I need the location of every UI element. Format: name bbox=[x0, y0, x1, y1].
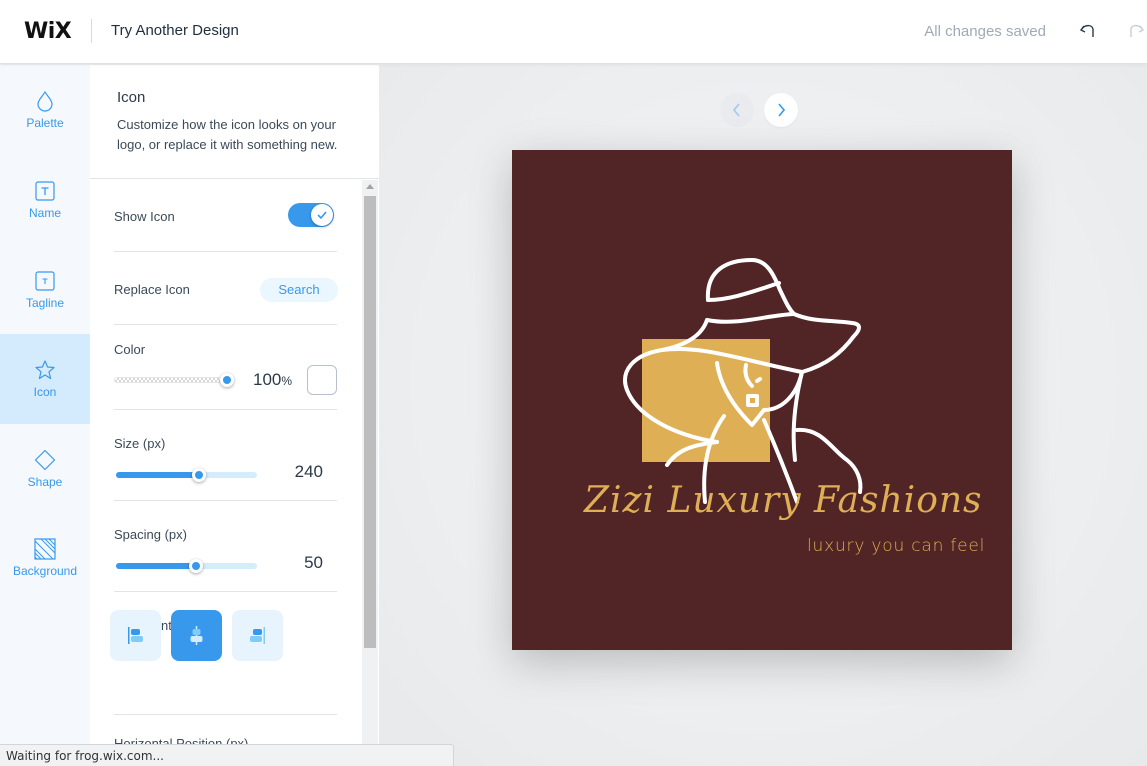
size-slider[interactable] bbox=[116, 472, 257, 478]
sidebar-item-label: Shape bbox=[27, 475, 63, 489]
logo-preview-stage: Zizi Luxury Fashions luxury you can feel bbox=[379, 65, 1147, 766]
chevron-right-icon bbox=[778, 103, 786, 117]
logo-brand-name: Zizi Luxury Fashions bbox=[584, 480, 983, 521]
icon-settings-panel: Icon Customize how the icon looks on you… bbox=[90, 65, 379, 766]
spacing-value[interactable]: 50 bbox=[304, 553, 323, 573]
small-text-box-icon bbox=[35, 271, 55, 291]
size-value[interactable]: 240 bbox=[295, 462, 323, 482]
browser-status-bar: Waiting for frog.wix.com... bbox=[0, 744, 454, 766]
panel-title: Icon bbox=[117, 89, 146, 106]
text-box-icon bbox=[35, 181, 55, 201]
panel-description: Customize how the icon looks on your log… bbox=[117, 117, 338, 152]
spacing-section: Spacing (px) 50 bbox=[114, 501, 337, 592]
undo-button[interactable] bbox=[1078, 20, 1100, 42]
logo-preview[interactable]: Zizi Luxury Fashions luxury you can feel bbox=[512, 150, 1012, 650]
size-section: Size (px) 240 bbox=[114, 410, 337, 501]
chevron-left-icon bbox=[733, 103, 740, 117]
sidebar-item-shape[interactable]: Shape bbox=[0, 424, 90, 514]
show-icon-label: Show Icon bbox=[114, 209, 175, 224]
header-divider bbox=[91, 19, 92, 43]
striped-square-icon bbox=[34, 538, 56, 560]
sidebar-item-palette[interactable]: Palette bbox=[0, 65, 90, 155]
align-right-button[interactable] bbox=[232, 610, 283, 661]
wix-logo[interactable]: WiX bbox=[24, 19, 72, 44]
panel-header: Icon Customize how the icon looks on you… bbox=[90, 65, 379, 179]
top-bar: WiX Try Another Design All changes saved bbox=[0, 0, 1147, 64]
align-left-icon bbox=[128, 627, 143, 644]
save-status: All changes saved bbox=[924, 23, 1046, 40]
scrollbar-thumb[interactable] bbox=[364, 196, 376, 648]
sidebar-item-label: Tagline bbox=[25, 296, 65, 310]
sidebar-item-label: Icon bbox=[33, 385, 57, 399]
woman-with-hat-icon bbox=[623, 258, 863, 504]
sidebar-item-name[interactable]: Name bbox=[0, 155, 90, 245]
size-slider-fill bbox=[116, 472, 200, 478]
sidebar-item-icon[interactable]: Icon bbox=[0, 334, 90, 424]
color-label: Color bbox=[114, 342, 146, 357]
spacing-slider[interactable] bbox=[116, 563, 257, 569]
spacing-label: Spacing (px) bbox=[114, 527, 187, 542]
sidebar-item-label: Background bbox=[12, 564, 78, 578]
show-icon-section: Show Icon bbox=[114, 180, 337, 252]
color-section: Color 100% bbox=[114, 325, 337, 410]
opacity-slider[interactable] bbox=[114, 377, 234, 383]
sidebar-item-label: Name bbox=[28, 206, 61, 220]
align-left-button[interactable] bbox=[110, 610, 161, 661]
logo-tagline: luxury you can feel bbox=[807, 536, 986, 556]
sidebar-item-tagline[interactable]: Tagline bbox=[0, 245, 90, 335]
align-center-icon bbox=[190, 626, 203, 645]
align-right-icon bbox=[250, 627, 265, 644]
opacity-slider-handle[interactable] bbox=[220, 373, 234, 387]
toggle-knob bbox=[311, 204, 333, 226]
droplet-icon bbox=[37, 90, 53, 112]
size-slider-handle[interactable] bbox=[192, 468, 207, 482]
scroll-up-arrow-icon[interactable] bbox=[366, 184, 374, 189]
size-label: Size (px) bbox=[114, 436, 166, 451]
sidebar-item-label: Palette bbox=[26, 116, 64, 130]
panel-body: Show Icon Replace Icon Search Color 100%… bbox=[90, 180, 379, 766]
redo-icon bbox=[1130, 24, 1145, 37]
show-icon-toggle[interactable] bbox=[288, 203, 334, 227]
sidebar-rail: Palette Name Tagline Icon Shape Backgrou… bbox=[0, 65, 90, 766]
replace-icon-section: Replace Icon Search bbox=[114, 252, 338, 325]
undo-icon bbox=[1079, 24, 1094, 37]
star-icon bbox=[35, 360, 55, 380]
checkmark-icon bbox=[317, 211, 327, 220]
opacity-value: 100% bbox=[253, 370, 293, 389]
diamond-icon bbox=[34, 449, 56, 471]
next-design-button[interactable] bbox=[764, 93, 798, 127]
previous-design-button[interactable] bbox=[720, 93, 754, 127]
page-title: Try Another Design bbox=[111, 22, 239, 39]
sidebar-item-background[interactable]: Background bbox=[0, 513, 90, 603]
spacing-slider-fill bbox=[116, 563, 197, 569]
icon-color-swatch[interactable] bbox=[307, 365, 337, 395]
redo-button[interactable] bbox=[1124, 20, 1146, 42]
search-icon-button[interactable]: Search bbox=[260, 278, 338, 302]
spacing-slider-handle[interactable] bbox=[189, 559, 204, 573]
align-center-button[interactable] bbox=[171, 610, 222, 661]
panel-scrollbar[interactable] bbox=[362, 180, 378, 766]
replace-icon-label: Replace Icon bbox=[114, 282, 190, 297]
